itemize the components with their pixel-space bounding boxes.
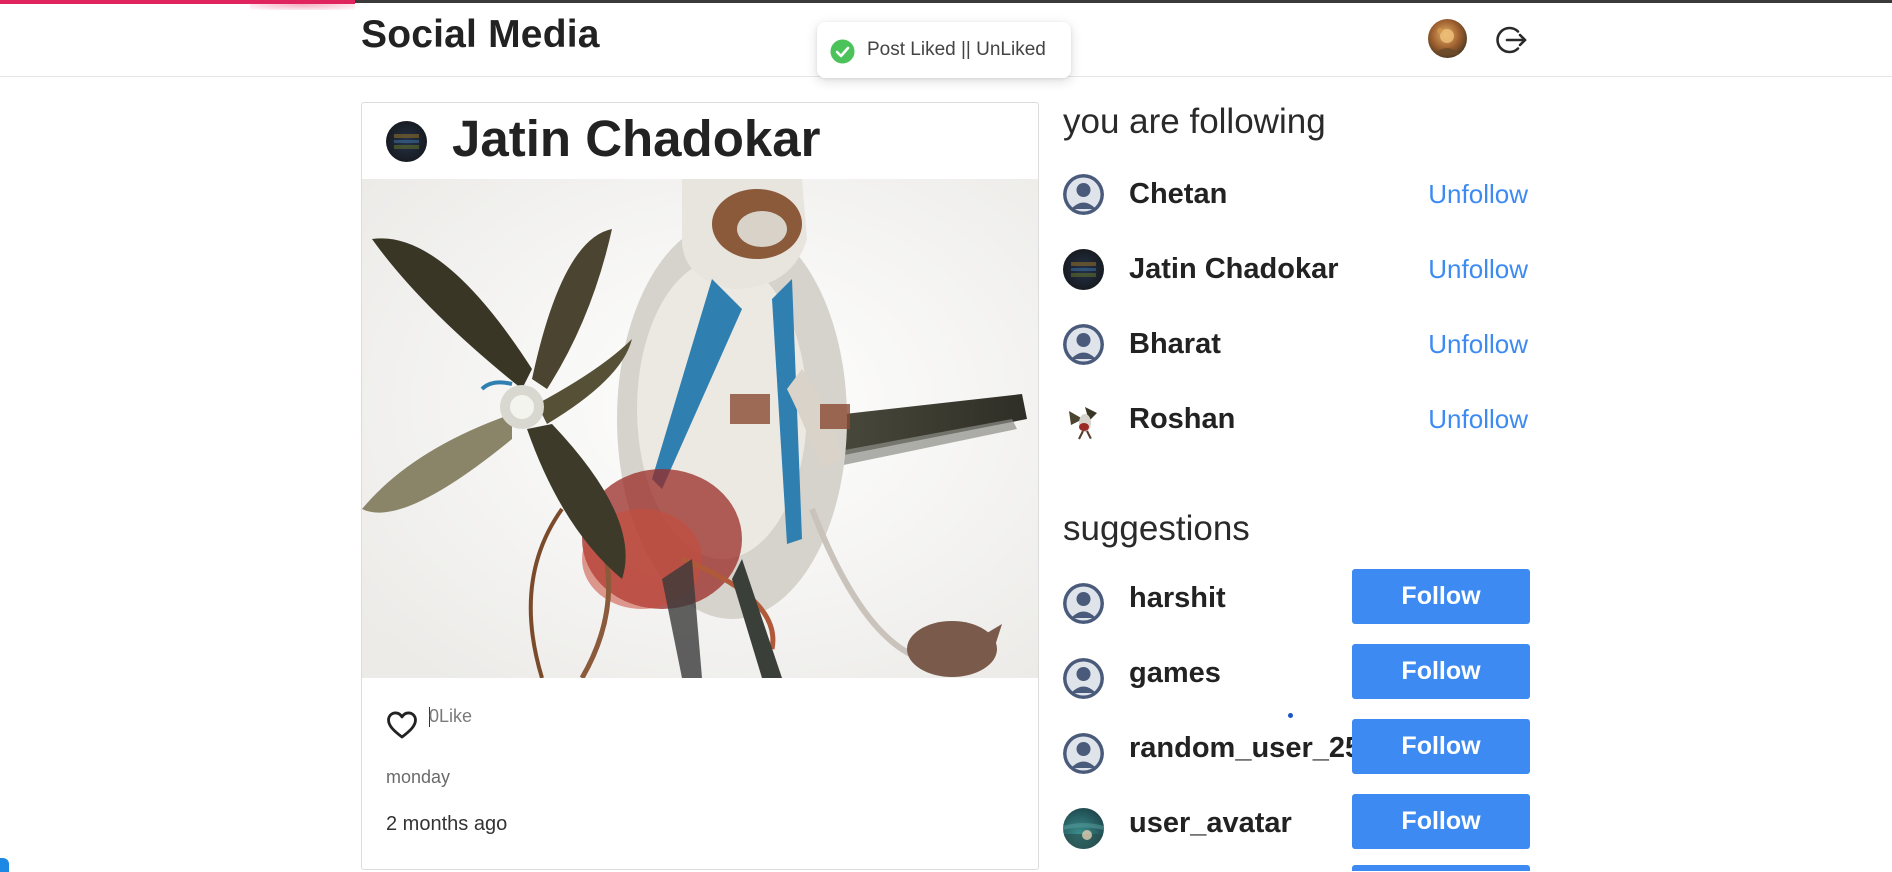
default-user-avatar-icon[interactable] (1063, 324, 1104, 365)
following-user-name[interactable]: Roshan (1129, 403, 1235, 436)
suggestion-row: harshit Follow (1063, 569, 1533, 629)
author-avatar-image (394, 134, 419, 149)
unfollow-button[interactable]: Unfollow (1428, 329, 1528, 360)
suggestion-user-name[interactable]: user_avatar (1129, 807, 1292, 840)
toast-notification: Post Liked || UnLiked (817, 22, 1071, 78)
follow-button[interactable]: Follow (1352, 794, 1530, 849)
suggestion-row: games Follow (1063, 644, 1533, 704)
post-author-avatar[interactable] (386, 121, 427, 162)
cursor-indicator (1288, 713, 1293, 718)
following-user-name[interactable]: Bharat (1129, 328, 1221, 361)
like-heart-icon[interactable] (385, 708, 419, 742)
like-count[interactable]: 0Like (429, 706, 472, 727)
default-user-avatar-icon[interactable] (1063, 174, 1104, 215)
post-author-name[interactable]: Jatin Chadokar (452, 109, 820, 168)
post-image (362, 179, 1038, 678)
suggestion-user-name[interactable]: games (1129, 657, 1221, 690)
default-user-avatar-icon[interactable] (1063, 733, 1104, 774)
logout-icon[interactable] (1493, 22, 1529, 58)
follow-button[interactable]: Follow (1352, 719, 1530, 774)
suggestion-row: random_user_25 Follow (1063, 719, 1533, 779)
default-user-avatar-icon[interactable] (1063, 658, 1104, 699)
post-caption: monday (386, 767, 451, 787)
follow-button-partial[interactable] (1352, 865, 1530, 871)
profile-avatar[interactable] (1428, 19, 1467, 58)
check-circle-icon (830, 39, 855, 64)
unfollow-button[interactable]: Unfollow (1428, 404, 1528, 435)
user-avatar[interactable] (1063, 399, 1104, 440)
like-count-value: 0 (429, 706, 440, 726)
post-timestamp: 2 months ago (386, 813, 508, 835)
follow-button[interactable]: Follow (1352, 644, 1530, 699)
following-row: Roshan Unfollow (1063, 391, 1533, 451)
profile-avatar-image (1434, 28, 1461, 55)
default-user-avatar-icon[interactable] (1063, 583, 1104, 624)
unfollow-button[interactable]: Unfollow (1428, 254, 1528, 285)
brand-title[interactable]: Social Media (361, 13, 600, 57)
follow-button[interactable]: Follow (1352, 569, 1530, 624)
following-row: Jatin Chadokar Unfollow (1063, 241, 1533, 301)
user-avatar[interactable] (1063, 249, 1104, 290)
post-card: Jatin Chadokar 0Like monday 2 months ago (361, 102, 1039, 870)
following-row: Chetan Unfollow (1063, 166, 1533, 226)
toast-message: Post Liked || UnLiked (867, 39, 1046, 60)
suggestion-user-name[interactable]: harshit (1129, 582, 1226, 615)
user-avatar[interactable] (1063, 808, 1104, 849)
post-image-illustration (362, 179, 1038, 678)
suggestion-user-name[interactable]: random_user_25 (1129, 732, 1361, 765)
suggestions-section-title: suggestions (1063, 509, 1250, 548)
like-label: Like (439, 706, 473, 726)
following-user-name[interactable]: Jatin Chadokar (1129, 253, 1339, 286)
unfollow-button[interactable]: Unfollow (1428, 179, 1528, 210)
suggestion-row: user_avatar Follow (1063, 794, 1533, 854)
following-section-title: you are following (1063, 102, 1326, 141)
following-row: Bharat Unfollow (1063, 316, 1533, 376)
following-user-name[interactable]: Chetan (1129, 178, 1227, 211)
